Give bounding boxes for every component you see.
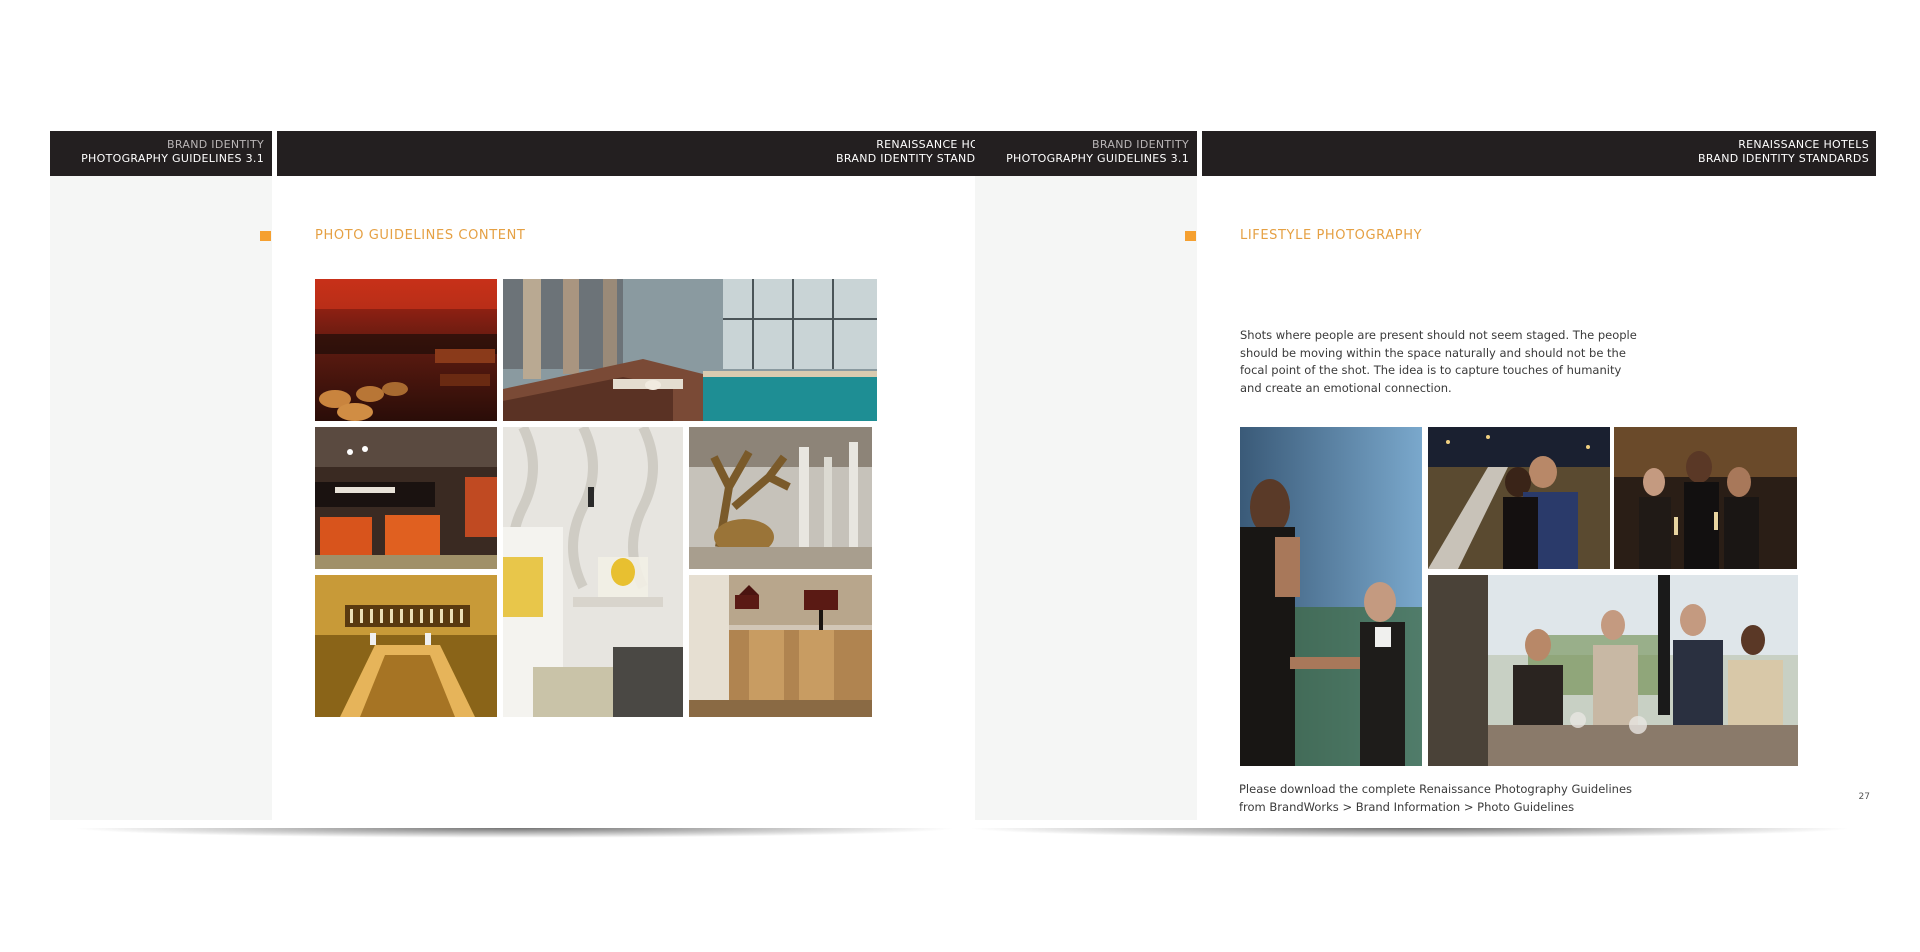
page-title: LIFESTYLE PHOTOGRAPHY	[1240, 228, 1423, 243]
standards-label: BRAND IDENTITY STANDARDS	[1698, 152, 1869, 165]
photo-restaurant	[315, 279, 497, 421]
right-section-header: BRAND IDENTITY PHOTOGRAPHY GUIDELINES 3.…	[975, 131, 1197, 176]
hotel-label: RENAISSANCE HOTELS	[1738, 138, 1869, 151]
left-sidebar	[50, 131, 272, 820]
section-marker	[260, 231, 271, 241]
photo-bar	[315, 575, 497, 717]
hotel-label: RENAISSANCE HOTELS	[876, 138, 1007, 151]
photo-woman-terrace	[1240, 427, 1422, 766]
body-paragraph: Shots where people are present should no…	[1240, 328, 1637, 395]
right-title-header: RENAISSANCE HOTELS BRAND IDENTITY STANDA…	[1202, 131, 1876, 176]
section-label: PHOTOGRAPHY GUIDELINES 3.1	[1006, 152, 1189, 165]
photo-pool	[503, 279, 877, 421]
brand-identity-label: BRAND IDENTITY	[167, 138, 264, 151]
photo-antler-decor	[689, 427, 872, 569]
left-section-header: BRAND IDENTITY PHOTOGRAPHY GUIDELINES 3.…	[50, 131, 272, 176]
photo-guests-toasting	[1614, 427, 1797, 569]
right-sidebar	[975, 131, 1197, 820]
right-page-shadow	[965, 828, 1855, 838]
photo-couple-rooftop	[1428, 427, 1610, 569]
brand-identity-label: BRAND IDENTITY	[1092, 138, 1189, 151]
photo-bedside	[503, 427, 683, 717]
photo-lounge	[315, 427, 497, 569]
right-page: BRAND IDENTITY PHOTOGRAPHY GUIDELINES 3.…	[975, 131, 1876, 820]
standards-label: BRAND IDENTITY STANDARDS	[836, 152, 1007, 165]
section-marker	[1185, 231, 1196, 241]
photo-reception	[689, 575, 872, 717]
left-page: BRAND IDENTITY PHOTOGRAPHY GUIDELINES 3.…	[50, 131, 1014, 820]
photo-friends-dining	[1428, 575, 1798, 766]
page-number: 27	[1858, 792, 1870, 802]
left-title-header: RENAISSANCE HOTELS BRAND IDENTITY STANDA…	[277, 131, 1014, 176]
section-label: PHOTOGRAPHY GUIDELINES 3.1	[81, 152, 264, 165]
page-title: PHOTO GUIDELINES CONTENT	[315, 228, 526, 243]
left-page-shadow	[70, 828, 960, 838]
download-note: Please download the complete Renaissance…	[1239, 782, 1633, 814]
